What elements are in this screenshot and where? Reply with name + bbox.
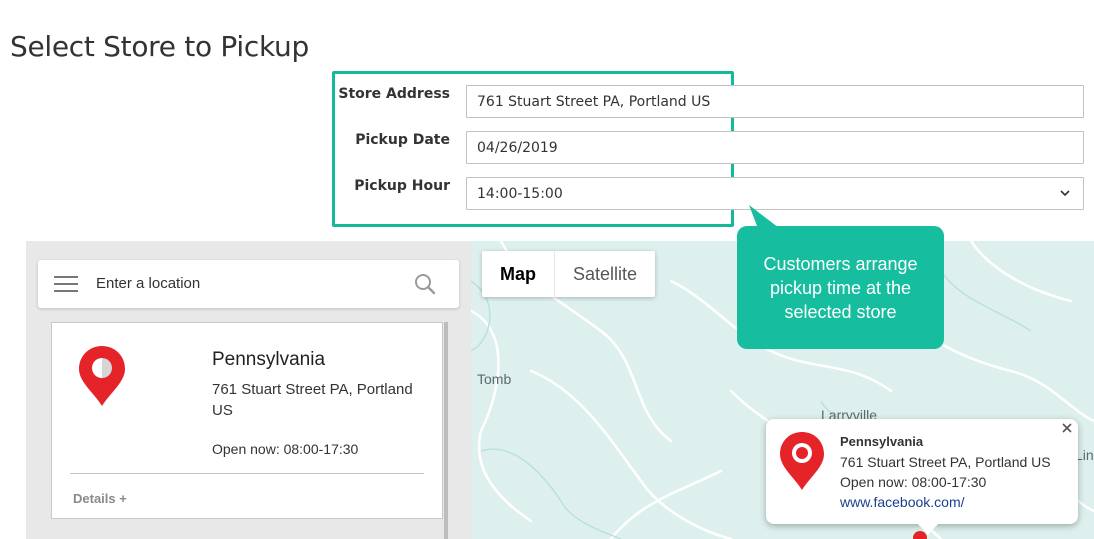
info-window-tail — [917, 523, 939, 535]
card-divider — [70, 473, 424, 474]
store-name: Pennsylvania — [212, 349, 326, 370]
chevron-down-icon — [1060, 190, 1070, 197]
map-place-label: Tomb — [477, 371, 512, 387]
store-address-field[interactable]: 761 Stuart Street PA, Portland US — [466, 85, 1084, 118]
info-store-link[interactable]: www.facebook.com/ — [840, 494, 965, 510]
map-pin-icon — [780, 432, 824, 490]
search-icon[interactable] — [413, 272, 437, 296]
info-store-hours: Open now: 08:00-17:30 — [840, 474, 987, 490]
tab-map[interactable]: Map — [482, 251, 554, 297]
store-address: 761 Stuart Street PA, Portland US — [212, 381, 413, 419]
pickup-date-field[interactable]: 04/26/2019 — [466, 131, 1084, 164]
location-search-box[interactable]: Enter a location — [38, 260, 459, 308]
map-info-window: Pennsylvania 761 Stuart Street PA, Portl… — [766, 419, 1078, 524]
tab-satellite[interactable]: Satellite — [554, 251, 655, 297]
hamburger-icon[interactable] — [54, 276, 78, 292]
store-card[interactable]: Pennsylvania 761 Stuart Street PA, Portl… — [51, 322, 443, 519]
map-type-tabs: Map Satellite — [482, 251, 656, 297]
store-hours: Open now: 08:00-17:30 — [212, 441, 359, 457]
pickup-hour-label: Pickup Hour — [354, 178, 450, 194]
info-store-name: Pennsylvania — [840, 434, 924, 449]
map-pin-icon — [79, 346, 125, 406]
details-link[interactable]: Details + — [73, 491, 127, 506]
annotation-callout: Customers arrange pickup time at the sel… — [737, 226, 944, 349]
pickup-hour-value: 14:00-15:00 — [477, 185, 563, 202]
pickup-date-label: Pickup Date — [355, 132, 450, 148]
store-address-label: Store Address — [338, 86, 450, 102]
close-icon[interactable] — [1060, 421, 1074, 435]
page-title: Select Store to Pickup — [10, 30, 309, 63]
info-store-address: 761 Stuart Street PA, Portland US — [840, 454, 1051, 470]
location-search-input[interactable]: Enter a location — [96, 275, 200, 292]
store-list-scrollbar[interactable] — [444, 322, 448, 539]
